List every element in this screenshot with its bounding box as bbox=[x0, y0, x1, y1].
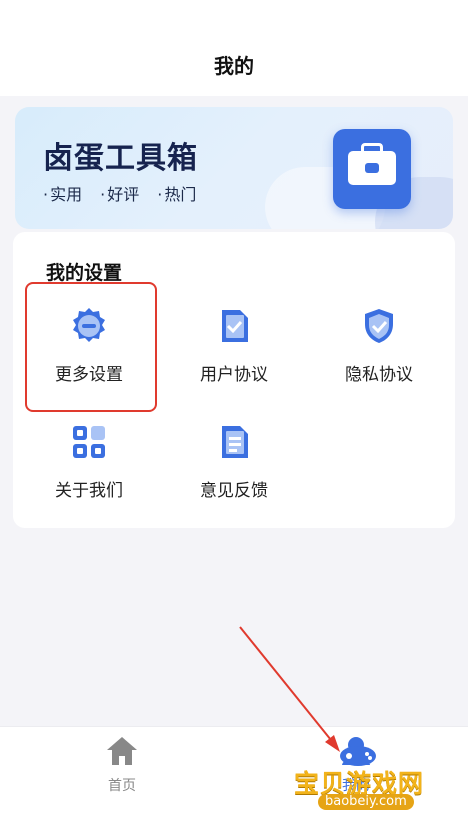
feedback-button[interactable]: 意见反馈 bbox=[164, 422, 304, 512]
page-title: 我的 bbox=[214, 54, 254, 78]
tab-home-label: 首页 bbox=[108, 778, 136, 794]
about-us-button[interactable]: 关于我们 bbox=[19, 422, 159, 512]
app-banner: 卤蛋工具箱 实用 好评 热门 bbox=[15, 107, 453, 229]
highlight-box bbox=[25, 282, 157, 412]
home-icon bbox=[105, 735, 139, 771]
grid-apps-icon bbox=[69, 422, 109, 462]
profile-page: 我的 卤蛋工具箱 实用 好评 热门 我的设置 更多设置 bbox=[0, 0, 468, 832]
settings-section-title: 我的设置 bbox=[46, 262, 123, 284]
shield-check-icon bbox=[359, 306, 399, 346]
banner-tag: 好评 bbox=[100, 181, 139, 205]
toolbox-icon bbox=[333, 129, 411, 209]
tab-home[interactable]: 首页 bbox=[62, 735, 182, 795]
user-agreement-button[interactable]: 用户协议 bbox=[164, 306, 304, 396]
banner-tag: 实用 bbox=[43, 181, 82, 205]
user-agreement-label: 用户协议 bbox=[200, 365, 268, 385]
document-check-icon bbox=[214, 306, 254, 346]
banner-tags: 实用 好评 热门 bbox=[43, 181, 196, 205]
privacy-policy-label: 隐私协议 bbox=[345, 365, 413, 385]
privacy-policy-button[interactable]: 隐私协议 bbox=[309, 306, 449, 396]
banner-tag: 热门 bbox=[157, 181, 196, 205]
top-bar: 我的 bbox=[0, 0, 468, 96]
feedback-label: 意见反馈 bbox=[200, 481, 268, 501]
watermark-logo: 宝贝游戏网 baobeiy.com bbox=[288, 742, 438, 822]
feedback-document-icon bbox=[214, 422, 254, 462]
banner-title: 卤蛋工具箱 bbox=[43, 141, 198, 176]
about-us-label: 关于我们 bbox=[55, 481, 123, 501]
watermark-url: baobeiy.com bbox=[318, 794, 414, 810]
